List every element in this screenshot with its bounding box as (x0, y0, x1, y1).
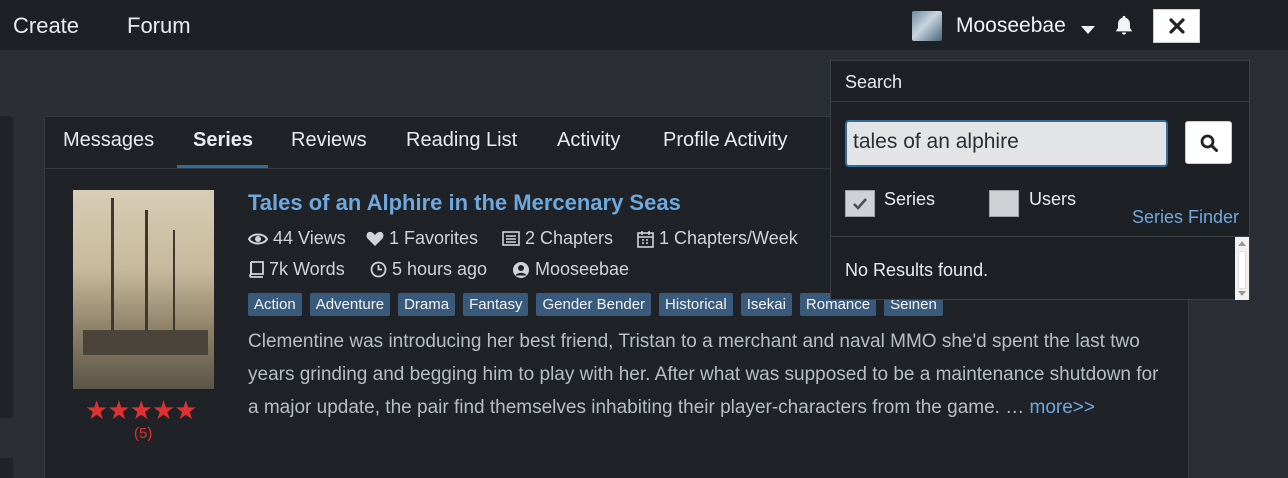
users-checkbox[interactable] (989, 190, 1019, 217)
no-results-message: No Results found. (845, 260, 989, 280)
book-icon (249, 261, 264, 278)
series-title-link[interactable]: Tales of an Alphire in the Mercenary Sea… (248, 190, 681, 216)
checkmark-icon (853, 198, 867, 210)
tag[interactable]: Isekai (740, 293, 792, 316)
series-cover-image[interactable] (73, 190, 214, 389)
tab-profile-activity[interactable]: Profile Activity (663, 129, 787, 152)
tab-reviews[interactable]: Reviews (291, 129, 367, 152)
more-link[interactable]: more>> (1030, 397, 1095, 418)
list-icon (502, 231, 520, 246)
updated-stat: 5 hours ago (370, 259, 487, 280)
nav-create-link[interactable]: Create (13, 13, 79, 39)
cover-hull (83, 330, 208, 355)
chevron-down-icon[interactable] (1081, 26, 1095, 34)
series-checkbox[interactable] (845, 190, 875, 217)
tag[interactable]: Drama (398, 293, 456, 316)
nav-forum-link[interactable]: Forum (127, 13, 191, 39)
cover-mast (173, 230, 175, 345)
tag[interactable]: Action (248, 293, 302, 316)
search-results: No Results found. (831, 236, 1249, 300)
cover-mast (111, 198, 114, 348)
close-icon (1168, 18, 1185, 34)
tab-reading-list[interactable]: Reading List (406, 129, 517, 152)
series-description: Clementine was introducing her best frie… (248, 325, 1163, 424)
rating-count: (5) (134, 425, 153, 442)
tag[interactable]: Historical (659, 293, 733, 316)
tag[interactable]: Gender Bender (536, 293, 652, 316)
updated-time: 5 hours ago (392, 259, 488, 279)
favorites-count: 1 Favorites (389, 228, 479, 248)
user-circle-icon (513, 261, 529, 278)
search-header: Search (831, 61, 1249, 102)
scroll-up-arrow[interactable] (1238, 241, 1246, 246)
tab-series[interactable]: Series (193, 129, 253, 152)
series-finder-link[interactable]: Series Finder (1132, 207, 1239, 228)
search-icon (1200, 134, 1218, 152)
rating-stars: ★★★★★ (85, 395, 198, 425)
author-name[interactable]: Mooseebae (535, 259, 629, 280)
scroll-thumb[interactable] (1238, 251, 1246, 289)
bell-icon[interactable] (1113, 14, 1135, 36)
top-navbar: Create Forum Mooseebae (0, 0, 1288, 50)
word-count: 7k Words (269, 259, 345, 279)
cover-mast (145, 210, 148, 350)
eye-icon (248, 233, 268, 244)
clock-icon (370, 261, 387, 278)
left-sidebar-panel (0, 116, 13, 418)
results-scrollbar[interactable] (1235, 237, 1249, 300)
heart-icon (366, 231, 384, 246)
frequency-stat: 1 Chapters/Week (637, 228, 798, 249)
search-dropdown: Search tales of an alphire Series Users … (830, 60, 1250, 300)
author-stat: Mooseebae (512, 259, 629, 280)
favorites-stat: 1 Favorites (366, 228, 478, 249)
tab-messages[interactable]: Messages (63, 129, 154, 152)
views-stat: 44 Views (248, 228, 346, 249)
search-input[interactable]: tales of an alphire (845, 120, 1168, 167)
tag[interactable]: Fantasy (463, 293, 529, 316)
users-checkbox-label[interactable]: Users (1029, 189, 1076, 210)
close-search-button[interactable] (1153, 9, 1200, 43)
chapters-stat: 2 Chapters (502, 228, 613, 249)
search-button[interactable] (1185, 121, 1232, 164)
avatar[interactable] (912, 11, 942, 41)
calendar-icon (637, 230, 654, 248)
left-sidebar-panel-lower (0, 458, 13, 478)
chapters-count: 2 Chapters (525, 228, 614, 248)
tag[interactable]: Adventure (309, 293, 391, 316)
username-menu[interactable]: Mooseebae (956, 14, 1066, 38)
description-text: Clementine was introducing her best frie… (248, 331, 1159, 418)
series-checkbox-label[interactable]: Series (884, 189, 935, 210)
scroll-down-arrow[interactable] (1238, 291, 1246, 296)
active-tab-indicator (177, 165, 268, 168)
chapters-per-week: 1 Chapters/Week (659, 228, 798, 248)
tab-activity[interactable]: Activity (557, 129, 620, 152)
views-count: 44 Views (273, 228, 346, 248)
words-stat: 7k Words (248, 259, 345, 280)
